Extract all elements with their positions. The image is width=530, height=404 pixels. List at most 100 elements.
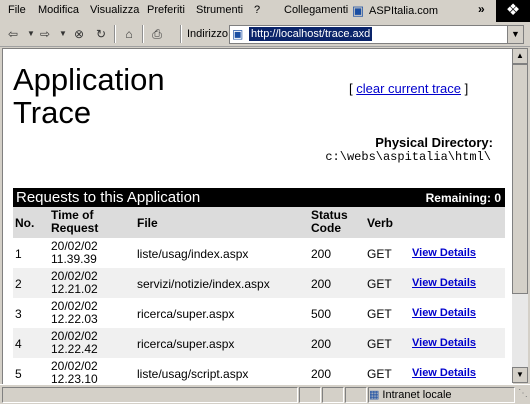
- address-label: Indirizzo: [187, 28, 228, 40]
- scroll-down-icon[interactable]: ▼: [512, 367, 528, 383]
- row-date: 20/02/02: [51, 359, 98, 373]
- view-details-link[interactable]: View Details: [412, 247, 476, 259]
- link-aspitalia[interactable]: ▣ ASPItalia.com: [350, 3, 438, 19]
- row-status: 200: [311, 277, 332, 291]
- address-dropdown-icon[interactable]: ▼: [507, 26, 523, 43]
- print-icon[interactable]: ⎙: [148, 25, 166, 43]
- row-date: 20/02/02: [51, 329, 98, 343]
- page-title-text: Application Trace: [13, 62, 165, 130]
- resize-grip-icon[interactable]: ⋱: [518, 388, 528, 399]
- status-bar: ▦ Intranet locale ⋱: [0, 384, 530, 404]
- status-cell: [322, 387, 344, 403]
- physical-directory-label: Physical Directory:: [375, 135, 493, 150]
- row-time: 20/02/02 12.22.42: [51, 330, 98, 356]
- row-verb: GET: [367, 337, 392, 351]
- table-row: 4 20/02/02 12.22.42 ricerca/super.aspx 20…: [13, 328, 505, 358]
- row-no: 5: [15, 367, 22, 381]
- row-verb: GET: [367, 277, 392, 291]
- status-message: [2, 387, 298, 403]
- table-row: 5 20/02/02 12.23.10 liste/usag/script.asp…: [13, 358, 505, 385]
- row-time: 20/02/02 11.39.39: [51, 240, 98, 266]
- row-time: 20/02/02 12.23.10: [51, 359, 98, 385]
- home-icon[interactable]: ⌂: [120, 25, 138, 43]
- menu-bar: File Modifica Visualizza Preferiti Strum…: [0, 0, 530, 23]
- view-details-link[interactable]: View Details: [412, 337, 476, 349]
- table-header: No. Time of Request File Status Code Ver…: [13, 207, 505, 238]
- requests-title: Requests to this Application: [16, 189, 201, 206]
- page-content: Application Trace [ clear current trace …: [2, 48, 513, 384]
- row-clock: 12.23.10: [51, 372, 98, 385]
- scroll-thumb[interactable]: [512, 64, 528, 294]
- row-clock: 12.22.42: [51, 342, 98, 356]
- row-verb: GET: [367, 247, 392, 261]
- table-row: 1 20/02/02 11.39.39 liste/usag/index.aspx…: [13, 238, 505, 268]
- row-verb: GET: [367, 367, 392, 381]
- forward-icon[interactable]: ⇨: [36, 25, 54, 43]
- row-time: 20/02/02 12.22.03: [51, 300, 98, 326]
- menu-preferiti[interactable]: Preferiti: [147, 4, 185, 16]
- toolbar-separator: [180, 25, 182, 43]
- page-icon: ▣: [351, 3, 365, 18]
- row-file: liste/usag/script.aspx: [137, 367, 249, 381]
- menu-file[interactable]: File: [8, 4, 26, 16]
- page-title: Application Trace: [13, 63, 203, 129]
- row-file: liste/usag/index.aspx: [137, 247, 249, 261]
- menu-help[interactable]: ?: [254, 4, 260, 16]
- refresh-icon[interactable]: ↻: [92, 25, 110, 43]
- windows-logo-icon: ❖: [496, 0, 530, 22]
- row-file: ricerca/super.aspx: [137, 307, 235, 321]
- clear-trace: [ clear current trace ]: [349, 81, 468, 96]
- row-time: 20/02/02 12.21.02: [51, 270, 98, 296]
- chevron-right-icon[interactable]: »: [478, 2, 485, 16]
- link-aspitalia-label: ASPItalia.com: [369, 5, 439, 17]
- intranet-icon: ▦: [369, 389, 380, 401]
- col-header-no: No.: [15, 216, 35, 230]
- physical-directory-value: c:\webs\aspitalia\html\: [325, 150, 491, 164]
- row-file: servizi/notizie/index.aspx: [137, 277, 270, 291]
- view-details-link[interactable]: View Details: [412, 277, 476, 289]
- status-cell: [345, 387, 367, 403]
- address-input[interactable]: http://localhost/trace.axd: [249, 27, 373, 41]
- toolbar-separator: [114, 25, 116, 43]
- status-zone-label: Intranet locale: [382, 388, 452, 401]
- col-header-time: Time of Request: [51, 208, 99, 235]
- table-row: 3 20/02/02 12.22.03 ricerca/super.aspx 50…: [13, 298, 505, 328]
- row-no: 4: [15, 337, 22, 351]
- col-header-status: Status Code: [311, 208, 348, 235]
- table-row: 2 20/02/02 12.21.02 servizi/notizie/index…: [13, 268, 505, 298]
- row-no: 1: [15, 247, 22, 261]
- col-header-file: File: [137, 216, 158, 230]
- scroll-up-icon[interactable]: ▲: [512, 48, 528, 64]
- menu-modifica[interactable]: Modifica: [38, 4, 79, 16]
- row-clock: 11.39.39: [51, 252, 97, 266]
- page-icon: ▣: [232, 27, 244, 41]
- status-zone: ▦ Intranet locale: [369, 388, 452, 402]
- requests-table: No. Time of Request File Status Code Ver…: [13, 207, 505, 384]
- clear-trace-link[interactable]: clear current trace: [356, 81, 461, 96]
- vertical-scrollbar[interactable]: ▲ ▼: [512, 48, 528, 383]
- row-status: 200: [311, 247, 332, 261]
- clear-trace-close-bracket: ]: [461, 81, 469, 96]
- row-status: 200: [311, 367, 332, 381]
- toolbar-separator: [142, 25, 144, 43]
- view-details-link[interactable]: View Details: [412, 307, 476, 319]
- stop-icon[interactable]: ⊗: [70, 25, 88, 43]
- status-cell: [299, 387, 321, 403]
- col-header-verb: Verb: [367, 216, 394, 230]
- menu-strumenti[interactable]: Strumenti: [196, 4, 243, 16]
- row-no: 2: [15, 277, 22, 291]
- row-status: 200: [311, 337, 332, 351]
- remaining-count: Remaining: 0: [425, 191, 501, 205]
- view-details-link[interactable]: View Details: [412, 367, 476, 379]
- address-bar[interactable]: ▣ http://localhost/trace.axd ▼: [229, 25, 524, 44]
- row-no: 3: [15, 307, 22, 321]
- back-icon[interactable]: ⇦: [4, 25, 22, 43]
- links-label: Collegamenti: [284, 4, 349, 16]
- requests-header: Requests to this Application Remaining: …: [13, 188, 505, 207]
- menu-visualizza[interactable]: Visualizza: [90, 4, 139, 16]
- row-status: 500: [311, 307, 332, 321]
- row-clock: 12.22.03: [51, 312, 98, 326]
- row-file: ricerca/super.aspx: [137, 337, 235, 351]
- row-date: 20/02/02: [51, 239, 98, 253]
- row-date: 20/02/02: [51, 269, 98, 283]
